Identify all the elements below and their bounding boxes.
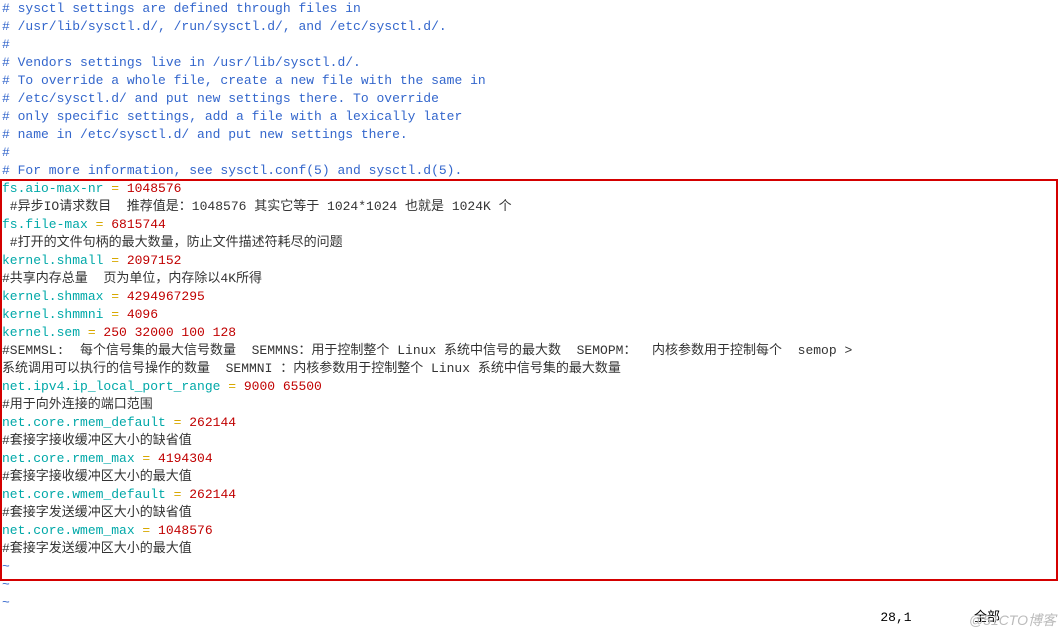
setting-line: net.ipv4.ip_local_port_range = 9000 6550… — [0, 378, 1060, 396]
equals-op: = — [88, 217, 111, 232]
inline-comment: #打开的文件句柄的最大数量，防止文件描述符耗尽的问题 — [0, 234, 1060, 252]
equals-op: = — [166, 487, 189, 502]
sysctl-value: 2097152 — [127, 253, 182, 268]
sysctl-value: 1048576 — [127, 181, 182, 196]
sysctl-value: 262144 — [189, 487, 236, 502]
comment-line: # Vendors settings live in /usr/lib/sysc… — [0, 54, 1060, 72]
comment-line: # only specific settings, add a file wit… — [0, 108, 1060, 126]
comment-line: # /etc/sysctl.d/ and put new settings th… — [0, 90, 1060, 108]
inline-comment: #套接字接收缓冲区大小的最大值 — [0, 468, 1060, 486]
equals-op: = — [135, 523, 158, 538]
equals-op: = — [103, 181, 126, 196]
inline-comment: #SEMMSL: 每个信号集的最大信号数量 SEMMNS：用于控制整个 Linu… — [0, 342, 1060, 360]
setting-line: net.core.rmem_default = 262144 — [0, 414, 1060, 432]
sysctl-value: 4194304 — [158, 451, 213, 466]
equals-op: = — [166, 415, 189, 430]
terminal-editor[interactable]: # sysctl settings are defined through fi… — [0, 0, 1060, 633]
inline-comment: #套接字发送缓冲区大小的最大值 — [0, 540, 1060, 558]
sysctl-key: net.core.wmem_max — [2, 523, 135, 538]
inline-comment: #共享内存总量 页为单位，内存除以4K所得 — [0, 270, 1060, 288]
setting-line: kernel.shmmax = 4294967295 — [0, 288, 1060, 306]
equals-op: = — [103, 307, 126, 322]
sysctl-value: 250 32000 100 128 — [103, 325, 236, 340]
sysctl-key: net.core.rmem_max — [2, 451, 135, 466]
sysctl-key: net.core.rmem_default — [2, 415, 166, 430]
comment-line: # /usr/lib/sysctl.d/, /run/sysctl.d/, an… — [0, 18, 1060, 36]
inline-comment: #套接字接收缓冲区大小的缺省值 — [0, 432, 1060, 450]
sysctl-value: 1048576 — [158, 523, 213, 538]
sysctl-value: 4096 — [127, 307, 158, 322]
inline-comment: 系统调用可以执行的信号操作的数量 SEMMNI ：内核参数用于控制整个 Linu… — [0, 360, 1060, 378]
comment-line: # sysctl settings are defined through fi… — [0, 0, 1060, 18]
setting-line: kernel.sem = 250 32000 100 128 — [0, 324, 1060, 342]
setting-line: kernel.shmall = 2097152 — [0, 252, 1060, 270]
vim-tilde-line: ~ — [0, 576, 1060, 594]
sysctl-key: net.ipv4.ip_local_port_range — [2, 379, 220, 394]
setting-line: fs.aio-max-nr = 1048576 — [0, 180, 1060, 198]
vim-tilde-line: ~ — [0, 558, 1060, 576]
sysctl-value: 4294967295 — [127, 289, 205, 304]
watermark-text: @51CTO博客 — [969, 611, 1056, 629]
setting-line: net.core.wmem_default = 262144 — [0, 486, 1060, 504]
inline-comment: #异步IO请求数目 推荐值是：1048576 其实它等于 1024*1024 也… — [0, 198, 1060, 216]
comment-line: # name in /etc/sysctl.d/ and put new set… — [0, 126, 1060, 144]
setting-line: net.core.rmem_max = 4194304 — [0, 450, 1060, 468]
equals-op: = — [103, 253, 126, 268]
sysctl-value: 9000 65500 — [244, 379, 322, 394]
sysctl-value: 262144 — [189, 415, 236, 430]
sysctl-key: kernel.sem — [2, 325, 80, 340]
sysctl-key: fs.file-max — [2, 217, 88, 232]
setting-line: kernel.shmmni = 4096 — [0, 306, 1060, 324]
equals-op: = — [80, 325, 103, 340]
comment-line: # — [0, 144, 1060, 162]
sysctl-key: net.core.wmem_default — [2, 487, 166, 502]
sysctl-key: kernel.shmmni — [2, 307, 103, 322]
setting-line: net.core.wmem_max = 1048576 — [0, 522, 1060, 540]
sysctl-value: 6815744 — [111, 217, 166, 232]
equals-op: = — [103, 289, 126, 304]
inline-comment: #套接字发送缓冲区大小的缺省值 — [0, 504, 1060, 522]
setting-line: fs.file-max = 6815744 — [0, 216, 1060, 234]
inline-comment: #用于向外连接的端口范围 — [0, 396, 1060, 414]
sysctl-key: kernel.shmmax — [2, 289, 103, 304]
comment-line: # — [0, 36, 1060, 54]
equals-op: = — [135, 451, 158, 466]
comment-line: # For more information, see sysctl.conf(… — [0, 162, 1060, 180]
sysctl-key: fs.aio-max-nr — [2, 181, 103, 196]
cursor-position: 28,1 — [880, 610, 911, 625]
sysctl-key: kernel.shmall — [2, 253, 103, 268]
equals-op: = — [220, 379, 243, 394]
comment-line: # To override a whole file, create a new… — [0, 72, 1060, 90]
